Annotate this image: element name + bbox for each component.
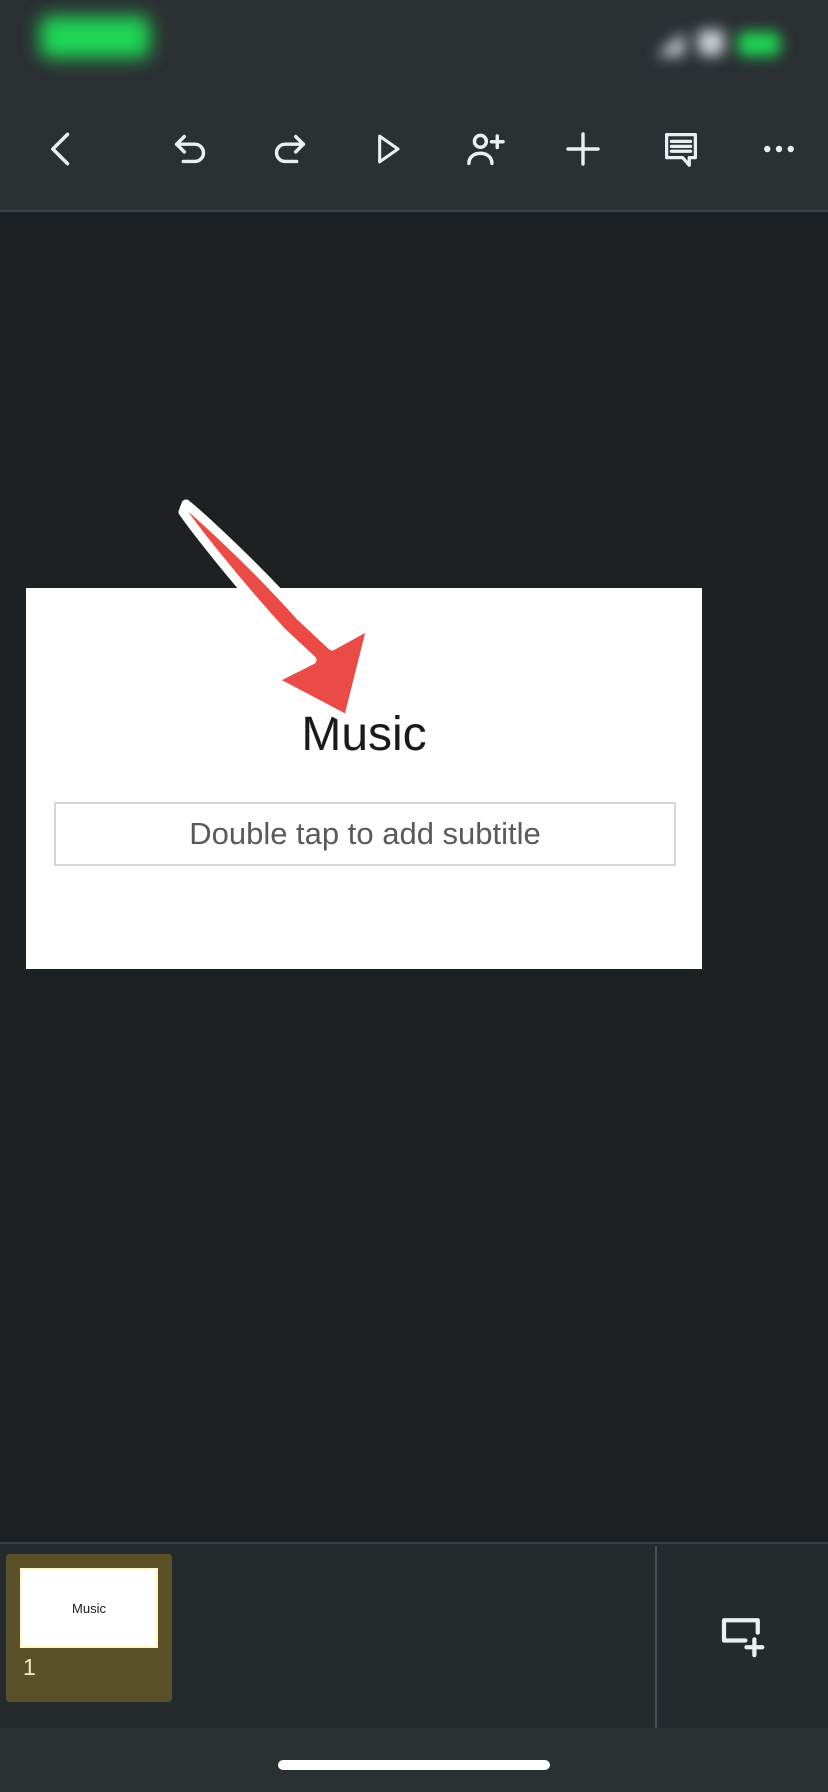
undo-button[interactable] (142, 101, 240, 197)
status-bar (0, 0, 828, 88)
thumbnail-title-text: Music (72, 1600, 106, 1616)
slide-subtitle-placeholder-box[interactable]: Double tap to add subtitle (54, 802, 676, 866)
insert-button[interactable] (534, 101, 632, 197)
status-pill-indicator (40, 16, 150, 58)
slide-filmstrip: Music 1 (0, 1542, 828, 1730)
status-bar-icons (656, 22, 780, 56)
share-button[interactable] (436, 101, 534, 197)
redo-icon (266, 126, 312, 172)
cellular-signal-icon (656, 32, 684, 56)
battery-icon (738, 32, 780, 56)
phone-screen: Music Double tap to add subtitle Music 1 (0, 0, 828, 1792)
present-button[interactable] (338, 101, 436, 197)
redo-button[interactable] (240, 101, 338, 197)
chevron-left-icon (40, 127, 84, 171)
home-indicator[interactable] (278, 1760, 550, 1770)
add-slide-icon (715, 1609, 769, 1668)
speaker-notes-button[interactable] (632, 101, 730, 197)
wifi-icon (698, 30, 724, 56)
plus-icon (559, 125, 607, 173)
thumbnail-slide-number: 1 (23, 1654, 36, 1680)
add-slide-button[interactable] (655, 1546, 828, 1730)
filmstrip-slide-thumbnail[interactable]: Music 1 (6, 1554, 172, 1702)
person-add-icon (462, 126, 508, 172)
back-button[interactable] (8, 101, 116, 197)
slide-subtitle-placeholder-text: Double tap to add subtitle (189, 816, 541, 851)
thumbnail-preview: Music (20, 1568, 158, 1648)
comment-lines-icon (658, 126, 704, 172)
more-options-button[interactable] (730, 101, 828, 197)
slide-surface[interactable]: Music Double tap to add subtitle (26, 588, 702, 969)
undo-icon (168, 126, 214, 172)
slide-title-text[interactable]: Music (54, 706, 674, 764)
system-navigation-bar (0, 1728, 828, 1792)
overflow-dots-icon (757, 127, 801, 171)
slide-canvas[interactable]: Music Double tap to add subtitle (0, 212, 828, 1542)
play-triangle-icon (365, 127, 409, 171)
editor-toolbar (0, 88, 828, 212)
